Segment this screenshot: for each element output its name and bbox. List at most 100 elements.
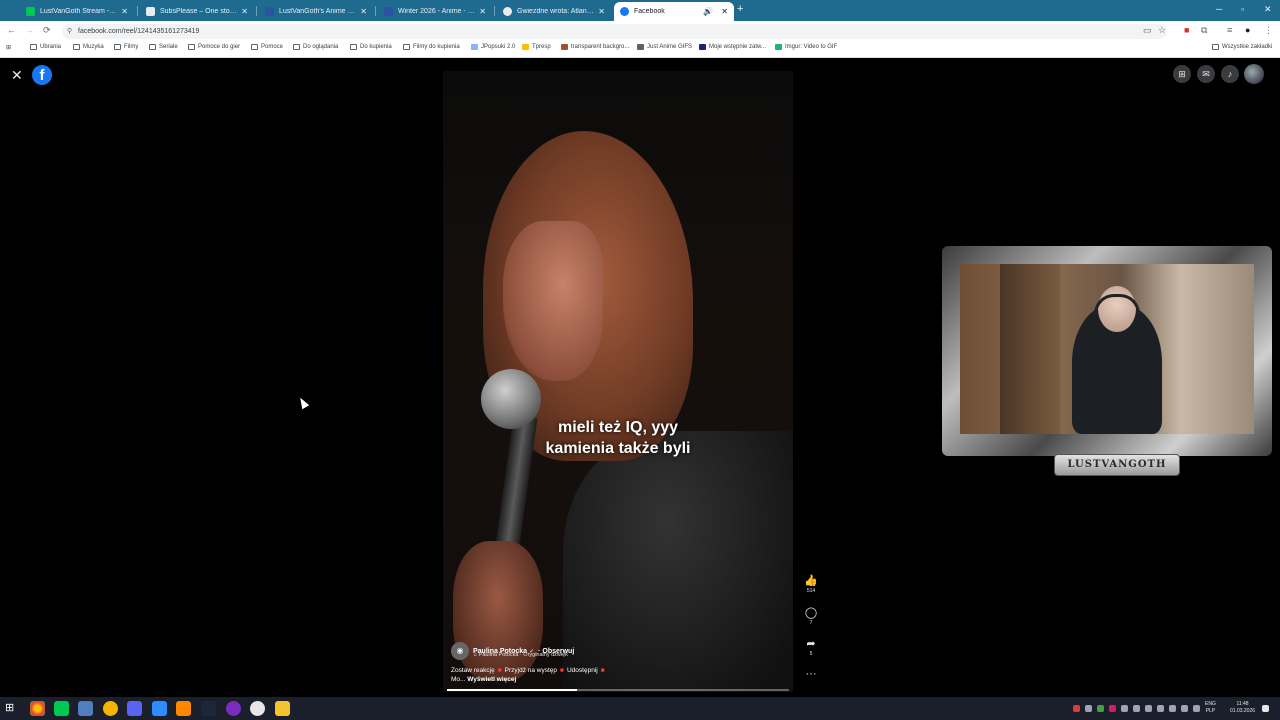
audio-attribution[interactable]: ♫ Paulina Potocka · Oryginalny dźwięk [473,652,568,658]
close-icon[interactable]: ✕ [11,67,23,84]
bookmark-do-kupienia[interactable]: Do kupienia [350,44,392,50]
minimize-icon[interactable]: ─ [1216,4,1222,14]
tab-facebook[interactable]: Facebook 🔊 ✕ [614,2,734,21]
bookmark-do-ogladania[interactable]: Do oglądania [293,44,338,50]
install-app-icon[interactable]: ▭ [1143,25,1152,36]
tray-icon[interactable] [1073,705,1080,712]
start-windows-icon[interactable]: ⊞ [5,701,20,716]
app-icon[interactable] [226,701,241,716]
bookmark-seriale[interactable]: Seriale [149,44,178,50]
menu-grid-icon[interactable]: ⊞ [1173,65,1191,83]
stream-webcam-overlay: LUSTVANGOTH [942,246,1272,482]
video-progress-bar[interactable] [447,689,789,691]
tray-icon[interactable] [1133,705,1140,712]
extension-icon[interactable]: ■ [1184,25,1189,35]
folder-icon [149,44,156,50]
app-icon[interactable] [152,701,167,716]
video-progress-fill [447,689,577,691]
tab-close-icon[interactable]: ✕ [241,7,248,16]
back-icon[interactable]: ← [7,25,16,35]
facebook-favicon-icon [620,7,629,16]
forward-icon[interactable]: → [25,25,34,35]
audio-playing-icon[interactable]: 🔊 [703,7,713,16]
file-explorer-icon[interactable] [275,701,290,716]
mouse-cursor [296,395,310,410]
tab-title: Winter 2026 - Anime - MyAnim [398,8,475,15]
tab-close-icon[interactable]: ✕ [360,7,367,16]
site-info-icon[interactable]: ⚲ [67,24,72,39]
extensions-puzzle-icon[interactable]: ⧉ [1201,25,1207,36]
tab-close-icon[interactable]: ✕ [721,7,728,16]
tray-icon[interactable] [1085,705,1092,712]
bookmark-transparent-background[interactable]: transparent backgro... [561,44,629,50]
facebook-logo[interactable]: f [32,65,52,85]
comment-button[interactable]: ◯ 7 [802,606,820,626]
tab-title: Facebook [634,8,665,15]
bookmark-label: Muzyka [83,44,104,50]
system-clock[interactable]: 11:48 01.03.2026 [1230,701,1255,715]
video-scene [503,221,603,381]
app-icon[interactable] [78,701,93,716]
steam-icon[interactable] [201,701,216,716]
app-icon[interactable] [54,701,69,716]
tab-anime-list[interactable]: LustVanGoth's Anime List - My ✕ [259,2,373,21]
share-button[interactable]: ➦ 5 [802,637,820,657]
bookmark-label: Do oglądania [303,44,339,50]
new-tab-button[interactable]: + [737,3,743,15]
bookmark-imgur[interactable]: Imgur: Video to GIF [775,44,837,50]
menu-kebab-icon[interactable]: ⋮ [1264,25,1273,36]
downloads-icon[interactable]: ≡ [1227,25,1232,35]
reload-icon[interactable]: ⟳ [43,25,51,36]
more-options-button[interactable]: ··· [802,668,820,680]
bookmark-muzyka[interactable]: Muzyka [73,44,104,50]
bookmark-ubrania[interactable]: Ubrania [30,44,61,50]
obs-icon[interactable] [250,701,265,716]
tray-icon[interactable] [1169,705,1176,712]
tray-icon[interactable] [1145,705,1152,712]
app-icon[interactable] [103,701,118,716]
bookmark-filmy[interactable]: Filmy [114,44,138,50]
bookmark-pomoce[interactable]: Pomoce [251,44,283,50]
bookmark-tpresp[interactable]: Tpresp [522,44,551,50]
notifications-icon[interactable] [1262,705,1269,712]
tab-winter-2026[interactable]: Winter 2026 - Anime - MyAnim ✕ [378,2,492,21]
tab-close-icon[interactable]: ✕ [121,7,128,16]
maximize-icon[interactable]: ▫ [1241,4,1244,14]
bookmark-label: JPopsuki 2.0 [481,44,516,50]
tray-icon[interactable] [1097,705,1104,712]
tray-icon[interactable] [1121,705,1128,712]
bookmark-filmy-do-kupienia[interactable]: Filmy do kupienia [403,44,460,50]
tab-close-icon[interactable]: ✕ [598,7,605,16]
bookmark-moje-wstepnie[interactable]: Moje wstępnie zatw... [699,44,766,50]
address-bar[interactable]: ⚲ facebook.com/reel/1241435161273419 [62,24,1167,39]
bookmark-jpopsuki[interactable]: JPopsuki 2.0 [471,44,515,50]
input-language[interactable]: ENG PLP [1205,701,1216,715]
all-bookmarks[interactable]: Wszystkie zakładki [1212,44,1272,50]
bookmark-pomoce-do-gier[interactable]: Pomoce do gier [188,44,240,50]
see-more-link[interactable]: Wyświetl więcej [467,676,516,683]
notifications-bell-icon[interactable]: ♪ [1221,65,1239,83]
discord-icon[interactable] [127,701,142,716]
tray-icon[interactable] [1109,705,1116,712]
tab-close-icon[interactable]: ✕ [479,7,486,16]
vlc-icon[interactable] [176,701,191,716]
bookmark-label: Filmy [124,44,139,50]
tab-gwiezdne-wrota[interactable]: Gwiezdne wrota: Atlantyda / St ✕ [497,2,611,21]
tray-icon[interactable] [1157,705,1164,712]
close-window-icon[interactable]: ✕ [1264,4,1272,15]
tab-lustvangoth-stream[interactable]: LustVanGoth Stream - Watch L ✕ [20,2,134,21]
bookmark-just-anime-gifs[interactable]: Just Anime GIFS [637,44,692,50]
reel-video[interactable]: mieli też IQ, yyy kamienia także byli ◉ … [443,71,793,692]
like-button[interactable]: 👍 514 [802,574,820,594]
apps-grid-icon[interactable]: ⊞ [6,44,11,51]
network-icon[interactable] [1181,705,1188,712]
bookmark-star-icon[interactable]: ☆ [1158,25,1166,36]
profile-icon[interactable]: ● [1245,25,1250,35]
browser-tab-strip: LustVanGoth Stream - Watch L ✕ SubsPleas… [0,0,1280,21]
tab-subsplease[interactable]: SubsPlease – One stop shop fo ✕ [140,2,254,21]
messenger-icon[interactable]: ✉ [1197,65,1215,83]
volume-icon[interactable] [1193,705,1200,712]
author-avatar[interactable]: ◉ [451,642,469,660]
profile-avatar[interactable] [1244,64,1264,84]
chrome-icon[interactable] [30,701,45,716]
